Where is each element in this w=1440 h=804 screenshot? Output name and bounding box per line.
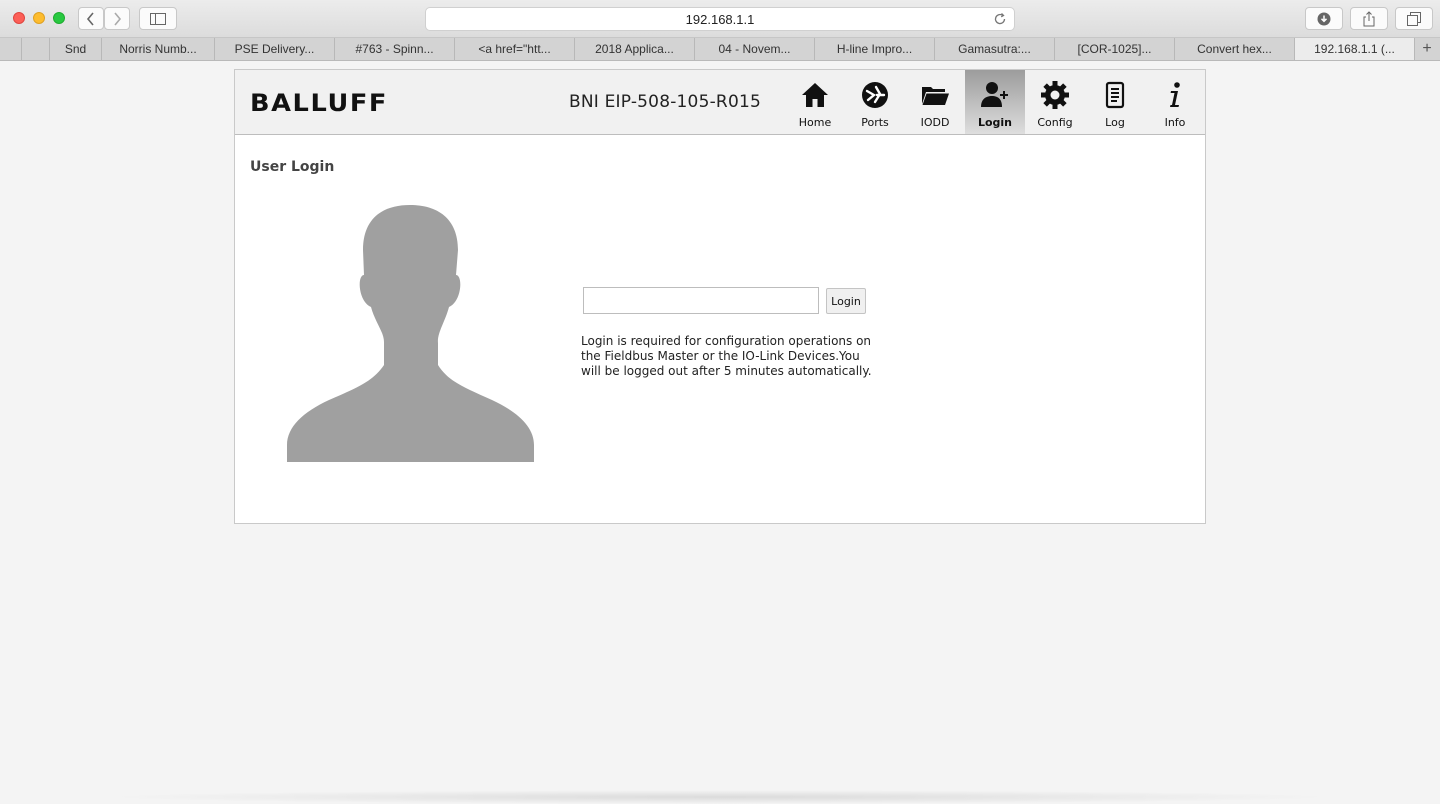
share-icon [1363, 10, 1375, 26]
balluff-logo: BALLUFF [250, 90, 388, 114]
minimize-window-button[interactable] [33, 12, 45, 24]
browser-tab-label: Convert hex... [1197, 42, 1272, 56]
browser-tab[interactable]: [COR-1025]... [1055, 38, 1175, 60]
new-tab-button[interactable]: + [1415, 38, 1439, 60]
browser-toolbar: 192.168.1.1 [0, 0, 1440, 38]
nav-home-label: Home [798, 116, 832, 129]
svg-text:BALLUFF: BALLUFF [250, 90, 388, 114]
browser-tab-label: #763 - Spinn... [355, 42, 434, 56]
browser-tab-label: 192.168.1.1 (... [1314, 42, 1395, 56]
forward-button[interactable] [104, 7, 130, 30]
browser-tab[interactable]: #763 - Spinn... [335, 38, 455, 60]
folder-icon [922, 87, 949, 105]
browser-tab-label: Norris Numb... [119, 42, 197, 56]
device-header: BALLUFF BNI EIP-508-105-R015 Home Ports … [235, 70, 1205, 135]
nav-config-label: Config [1037, 116, 1073, 129]
share-button[interactable] [1350, 7, 1388, 30]
document-icon [1105, 81, 1125, 109]
browser-tab[interactable]: PSE Delivery... [215, 38, 335, 60]
nav-config[interactable]: Config [1025, 70, 1085, 134]
device-panel: BALLUFF BNI EIP-508-105-R015 Home Ports … [234, 69, 1206, 524]
browser-tab-label: <a href="htt... [478, 42, 551, 56]
nav-iodd[interactable]: IODD [905, 70, 965, 134]
browser-tab-label: Gamasutra:... [958, 42, 1031, 56]
downloads-button[interactable] [1305, 7, 1343, 30]
tab-overview-button[interactable] [1395, 7, 1433, 30]
device-model: BNI EIP-508-105-R015 [569, 92, 761, 112]
browser-tab-label: 2018 Applica... [595, 42, 674, 56]
password-input[interactable] [583, 287, 819, 314]
nav-home[interactable]: Home [785, 70, 845, 134]
sidebar-icon [150, 12, 166, 25]
browser-tab[interactable]: Gamasutra:... [935, 38, 1055, 60]
login-button[interactable]: Login [826, 288, 866, 314]
nav-login-label: Login [977, 116, 1013, 129]
browser-tab-label: Snd [64, 42, 87, 56]
page-title: User Login [250, 159, 335, 175]
tabs-icon [1407, 11, 1421, 26]
sidebar-button[interactable] [139, 7, 177, 30]
browser-tab[interactable]: Snd [50, 38, 102, 60]
browser-tab[interactable]: 2018 Applica... [575, 38, 695, 60]
browser-tab[interactable]: Norris Numb... [102, 38, 215, 60]
gear-icon [1041, 81, 1069, 109]
tab-bar: Snd Norris Numb... PSE Delivery... #763 - S… [0, 38, 1440, 61]
chevron-right-icon [114, 11, 122, 26]
browser-tab[interactable]: H-line Impro... [815, 38, 935, 60]
nav-info[interactable]: Info [1145, 70, 1205, 134]
ports-icon [862, 82, 888, 108]
browser-tab[interactable]: <a href="htt... [455, 38, 575, 60]
chevron-left-icon [86, 11, 94, 26]
nav-ports[interactable]: Ports [845, 70, 905, 134]
nav-ports-label: Ports [861, 116, 889, 129]
nav-log[interactable]: Log [1085, 70, 1145, 134]
address-bar[interactable]: 192.168.1.1 [425, 7, 1015, 31]
browser-tab[interactable] [0, 38, 22, 60]
back-button[interactable] [78, 7, 104, 30]
close-window-button[interactable] [13, 12, 25, 24]
browser-tab[interactable]: Convert hex... [1175, 38, 1295, 60]
user-silhouette-image [287, 205, 534, 462]
home-icon [802, 83, 828, 107]
browser-tab-label: H-line Impro... [836, 42, 913, 56]
browser-tab[interactable] [22, 38, 50, 60]
browser-tab-active[interactable]: 192.168.1.1 (... [1295, 38, 1415, 60]
download-icon [1317, 12, 1331, 25]
nav-log-label: Log [1105, 116, 1125, 129]
user-add-icon [981, 82, 1008, 107]
browser-tab-label: PSE Delivery... [234, 42, 315, 56]
info-icon [1170, 82, 1180, 107]
reload-icon[interactable] [992, 11, 1008, 27]
window-shadow [100, 790, 1340, 804]
nav-login[interactable]: Login [965, 70, 1025, 134]
browser-tab-label: [COR-1025]... [1077, 42, 1152, 56]
browser-tab-label: 04 - Novem... [718, 42, 791, 56]
nav-iodd-label: IODD [920, 116, 950, 129]
url-text: 192.168.1.1 [685, 11, 755, 27]
zoom-window-button[interactable] [53, 12, 65, 24]
browser-tab[interactable]: 04 - Novem... [695, 38, 815, 60]
main-nav: Home Ports IODD Login Config Log Info [785, 70, 1205, 134]
login-help-text: Login is required for configuration oper… [581, 334, 872, 378]
nav-info-label: Info [1164, 116, 1186, 129]
